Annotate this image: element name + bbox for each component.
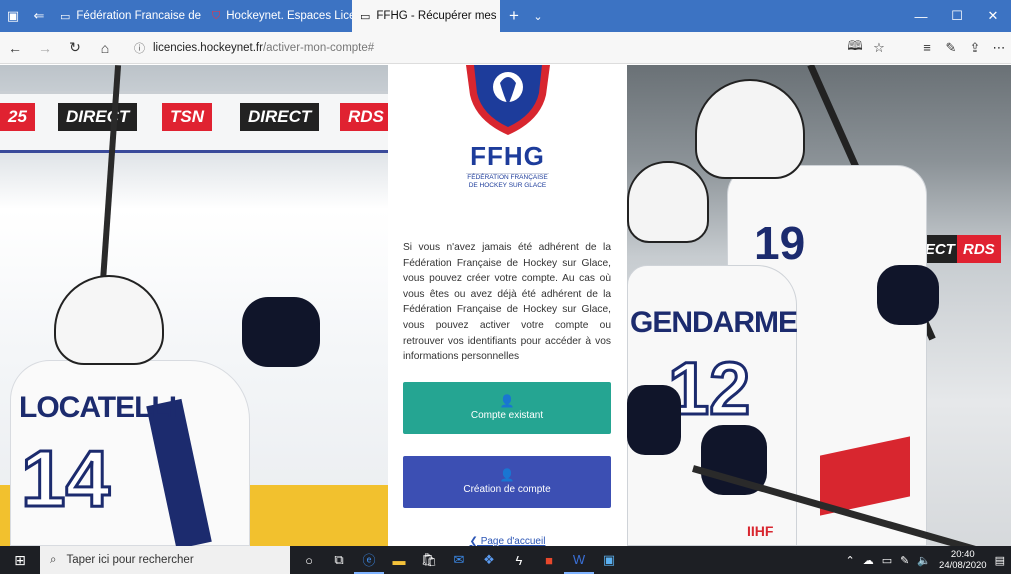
chevron-down-icon[interactable]: ⌄ (528, 10, 548, 23)
word-icon[interactable]: W (564, 546, 594, 574)
reading-view-icon[interactable]: 🕮 (843, 37, 867, 59)
jersey-stripe (820, 436, 910, 516)
player-jersey: LOCATELLI 14 (10, 360, 250, 546)
tab-ffhg-active[interactable]: ▭ FFHG - Récupérer mes i ✕ (352, 0, 500, 32)
account-panel: FFHG FÉDÉRATION FRANÇAISE DE HOCKEY SUR … (388, 65, 627, 546)
board-ad: RDS (340, 103, 388, 131)
chevron-up-icon[interactable]: ⌃ (846, 554, 855, 567)
create-account-button[interactable]: 👤 Création de compte (403, 456, 611, 508)
maximize-icon[interactable]: ☐ (939, 0, 975, 32)
system-clock[interactable]: 20:40 24/08/2020 (939, 549, 987, 571)
board-ad: 25 (0, 103, 35, 131)
iihf-logo: IIHF (747, 523, 774, 539)
file-explorer-icon[interactable]: ▬ (384, 546, 414, 574)
url-field[interactable]: ⓘ licencies.hockeynet.fr/activer-mon-com… (120, 36, 843, 60)
dropbox-icon[interactable]: ❖ (474, 546, 504, 574)
app-bolt-icon[interactable]: ϟ (504, 546, 534, 574)
favorite-star-icon[interactable]: ☆ (867, 40, 891, 56)
jersey-name: LOCATELLI (19, 391, 177, 424)
taskbar-search[interactable]: ⌕ Taper ici pour rechercher (40, 546, 290, 574)
account-description: Si vous n'avez jamais été adhérent de la… (403, 242, 611, 363)
store-icon[interactable]: 🛍 (414, 546, 444, 574)
forward-icon[interactable]: → (30, 40, 60, 56)
tab-title: FFHG - Récupérer mes i (376, 10, 500, 22)
web-page: 25 DIRECT TSN DIRECT RDS LOCATELLI 14 DI… (0, 65, 1011, 546)
browser-tab-bar: ▣ ⇐ ▭ Fédération Francaise de Ho ⛉ Hocke… (0, 0, 1011, 32)
player-helmet (627, 161, 709, 243)
player-helmet (695, 79, 805, 179)
tab-actions-icon[interactable]: ▣ (0, 0, 26, 32)
volume-icon[interactable]: 🔈 (917, 554, 931, 567)
tab-hockeynet[interactable]: ⛉ Hockeynet. Espaces Licencié (204, 0, 352, 32)
system-tray: ⌃ ☁ ▭ ✎ 🔈 20:40 24/08/2020 ▤ (846, 549, 1011, 571)
url-host: licencies.hockeynet.fr (153, 41, 263, 54)
background-photo-right: DIRECT RDS 19 GENDARME 12 IIHF (627, 65, 1011, 546)
ffhg-logo-subtitle: FÉDÉRATION FRANÇAISE DE HOCKEY SUR GLACE (388, 174, 627, 190)
new-tab-button[interactable]: + (500, 6, 528, 26)
player-helmet (54, 275, 164, 365)
board-ad: DIRECT (240, 103, 320, 131)
player-glove (242, 297, 320, 367)
browser-toolbar: 🕮 ☆ ≡ ✎ ⇪ ⋯ (843, 37, 1011, 59)
player-glove (877, 265, 939, 325)
existing-account-button[interactable]: 👤 Compte existant (403, 382, 611, 434)
back-icon[interactable]: ← (0, 40, 30, 56)
set-aside-tabs-icon[interactable]: ⇐ (26, 0, 52, 32)
home-icon[interactable]: ⌂ (90, 40, 120, 56)
taskbar-apps: ○ ⧉ ⓔ ▬ 🛍 ✉ ❖ ϟ ■ W ▣ (294, 546, 624, 574)
background-photo-left: 25 DIRECT TSN DIRECT RDS LOCATELLI 14 (0, 65, 388, 546)
player-left: LOCATELLI 14 (10, 65, 340, 546)
more-icon[interactable]: ⋯ (987, 40, 1011, 56)
jersey-number: 14 (20, 434, 112, 523)
office-icon[interactable]: ■ (534, 546, 564, 574)
close-window-icon[interactable]: ✕ (975, 0, 1011, 32)
notifications-icon[interactable]: ▤ (995, 554, 1005, 567)
board-ad: TSN (162, 103, 212, 131)
refresh-icon[interactable]: ↻ (60, 39, 90, 56)
jersey-name: GENDARME (630, 306, 798, 339)
pen-notes-icon[interactable]: ✎ (939, 40, 963, 56)
tab-title: Hockeynet. Espaces Licencié (226, 10, 352, 22)
shield-icon: ⛉ (212, 9, 221, 22)
existing-account-label: Compte existant (470, 410, 544, 421)
favorites-hub-icon[interactable]: ≡ (915, 40, 939, 55)
board-ad: RDS (957, 235, 1001, 263)
search-placeholder: Taper ici pour rechercher (66, 554, 194, 566)
search-icon: ⌕ (50, 553, 57, 566)
edge-icon[interactable]: ⓔ (354, 546, 384, 574)
player-glove (627, 385, 681, 455)
pen-workspace-icon[interactable]: ✎ (900, 554, 909, 567)
logo-subtitle-line: DE HOCKEY SUR GLACE (468, 182, 547, 189)
page-icon: ▭ (60, 10, 71, 23)
photos-icon[interactable]: ▣ (594, 546, 624, 574)
ffhg-logo-title: FFHG (470, 141, 545, 171)
home-page-link[interactable]: ❮ Page d'accueil (388, 536, 627, 546)
board-ad: DIRECT (58, 103, 138, 131)
clock-time: 20:40 (950, 549, 975, 560)
mail-icon[interactable]: ✉ (444, 546, 474, 574)
cortana-icon[interactable]: ○ (294, 546, 324, 574)
minimize-icon[interactable]: — (903, 0, 939, 32)
share-icon[interactable]: ⇪ (963, 40, 987, 56)
battery-icon[interactable]: ▭ (882, 554, 892, 567)
windows-taskbar: ⊞ ⌕ Taper ici pour rechercher ○ ⧉ ⓔ ▬ 🛍 … (0, 546, 1011, 574)
window-controls: — ☐ ✕ (903, 0, 1011, 32)
address-bar: ← → ↻ ⌂ ⓘ licencies.hockeynet.fr/activer… (0, 32, 1011, 64)
jersey-number: 19 (754, 217, 806, 269)
ffhg-crest-logo (466, 65, 550, 135)
page-icon: ▭ (360, 10, 371, 23)
user-plus-icon: 👤 (499, 468, 515, 482)
windows-start-icon[interactable]: ⊞ (0, 546, 40, 574)
cloud-icon[interactable]: ☁ (863, 554, 874, 567)
tab-federation[interactable]: ▭ Fédération Francaise de Ho (52, 0, 204, 32)
url-path: /activer-mon-compte# (262, 41, 375, 54)
task-view-icon[interactable]: ⧉ (324, 546, 354, 574)
tab-title: Fédération Francaise de Ho (76, 10, 204, 22)
clock-date: 24/08/2020 (939, 560, 987, 571)
info-icon[interactable]: ⓘ (134, 40, 145, 56)
create-account-label: Création de compte (463, 484, 551, 495)
user-check-icon: 👤 (499, 394, 515, 408)
logo-subtitle-line: FÉDÉRATION FRANÇAISE (467, 174, 548, 181)
